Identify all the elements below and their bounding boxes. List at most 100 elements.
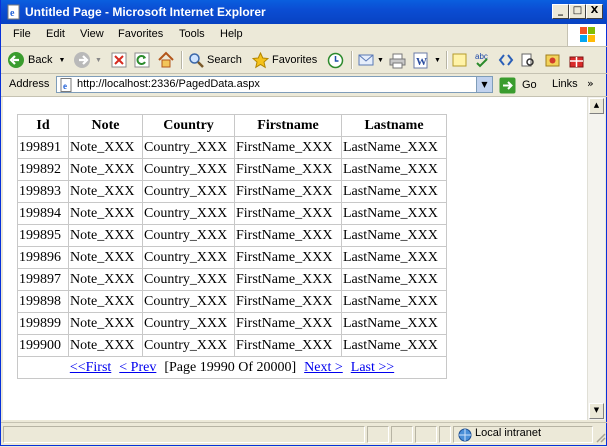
links-chevron-icon[interactable]: » [587, 77, 594, 90]
pager: <<First < Prev [Page 19990 Of 20000] Next >… [17, 356, 447, 379]
maximize-button[interactable]: □ [569, 4, 586, 19]
forward-arrow-icon [74, 52, 90, 68]
pager-first-link[interactable]: <<First [70, 360, 111, 375]
cell-firstname: FirstName_XXX [234, 202, 342, 225]
close-button[interactable]: X [586, 4, 603, 19]
status-bar: Local intranet [1, 422, 607, 447]
edit-dropdown-icon[interactable]: ▼ [434, 57, 441, 64]
pager-prev-link[interactable]: < Prev [119, 360, 156, 375]
back-arrow-icon [8, 52, 24, 68]
favorites-star-icon [252, 51, 269, 68]
address-dropdown-icon[interactable]: ▼ [476, 77, 492, 92]
svg-text:e: e [63, 81, 67, 91]
table-row: 199898 Note_XXX Country_XXX FirstName_XXX La… [17, 290, 447, 313]
table-row: 199893 Note_XXX Country_XXX FirstName_XXX La… [17, 180, 447, 203]
edit-icon: W [413, 52, 428, 68]
cell-id: 199892 [17, 158, 69, 181]
table-row: 199899 Note_XXX Country_XXX FirstName_XXX La… [17, 312, 447, 335]
scroll-down-button[interactable]: ▼ [589, 403, 604, 419]
search-icon [189, 53, 204, 68]
vertical-scrollbar[interactable]: ▲ ▼ [587, 97, 605, 420]
cell-country: Country_XXX [142, 290, 235, 313]
cell-note: Note_XXX [68, 334, 143, 357]
column-header-lastname: Lastname [341, 114, 447, 137]
table-row: 199900 Note_XXX Country_XXX FirstName_XXX La… [17, 334, 447, 357]
stop-button[interactable] [111, 50, 127, 70]
cell-lastname: LastName_XXX [341, 334, 447, 357]
history-button[interactable] [327, 50, 344, 70]
menu-file[interactable]: File [13, 28, 31, 40]
go-arrow-icon [499, 77, 516, 93]
pager-info: [Page 19990 Of 20000] [164, 359, 297, 375]
status-panel-empty [415, 426, 437, 443]
cell-id: 199891 [17, 136, 69, 159]
cell-firstname: FirstName_XXX [234, 224, 342, 247]
local-intranet-icon [458, 428, 472, 442]
cell-lastname: LastName_XXX [341, 246, 447, 269]
refresh-button[interactable] [134, 50, 150, 70]
links-button[interactable]: Links [552, 78, 578, 90]
spellcheck-button[interactable]: abc [474, 50, 492, 70]
scroll-up-button[interactable]: ▲ [589, 98, 604, 114]
cell-note: Note_XXX [68, 180, 143, 203]
back-dropdown-icon[interactable]: ▼ [58, 57, 65, 64]
print-icon [389, 53, 406, 68]
search-button[interactable]: Search [188, 50, 242, 70]
cell-id: 199897 [17, 268, 69, 291]
addin-button[interactable] [568, 50, 585, 70]
menu-help[interactable]: Help [220, 28, 243, 40]
cell-firstname: FirstName_XXX [234, 158, 342, 181]
cell-country: Country_XXX [142, 224, 235, 247]
svg-text:W: W [416, 56, 427, 68]
gift-icon [569, 56, 584, 67]
table-row: 199892 Note_XXX Country_XXX FirstName_XXX La… [17, 158, 447, 181]
stop-icon [111, 52, 127, 68]
browser-window: e Untitled Page - Microsoft Internet Exp… [0, 0, 607, 446]
go-button[interactable]: Go [499, 76, 547, 94]
standard-toolbar: Back ▼ ▼ Search Favorites ▼ W ▼ abc [1, 47, 607, 74]
minimize-button[interactable]: _ [552, 4, 569, 19]
back-label: Back [28, 54, 53, 66]
back-button[interactable]: Back ▼ [7, 50, 65, 70]
go-label: Go [522, 79, 537, 91]
print-button[interactable] [389, 50, 406, 70]
forward-button[interactable]: ▼ [73, 50, 102, 70]
refresh-icon [134, 52, 150, 68]
discuss-button[interactable] [452, 50, 468, 70]
home-button[interactable] [157, 50, 175, 70]
cell-firstname: FirstName_XXX [234, 312, 342, 335]
mail-dropdown-icon[interactable]: ▼ [377, 57, 384, 64]
cell-firstname: FirstName_XXX [234, 180, 342, 203]
pager-next-link[interactable]: Next > [304, 360, 343, 375]
code-button[interactable] [498, 50, 514, 70]
pager-last-link[interactable]: Last >> [351, 360, 394, 375]
cell-note: Note_XXX [68, 268, 143, 291]
table-row: 199895 Note_XXX Country_XXX FirstName_XXX La… [17, 224, 447, 247]
messenger-button[interactable] [544, 50, 561, 70]
favorites-button[interactable]: Favorites [252, 50, 317, 70]
mail-button[interactable]: ▼ [358, 50, 384, 70]
cell-country: Country_XXX [142, 180, 235, 203]
edit-button[interactable]: W ▼ [413, 50, 441, 70]
menu-view[interactable]: View [80, 28, 104, 40]
research-button[interactable] [520, 50, 536, 70]
ie-page-icon: e [7, 4, 20, 20]
menu-edit[interactable]: Edit [46, 28, 65, 40]
cell-lastname: LastName_XXX [341, 158, 447, 181]
address-input[interactable]: e http://localhost:2336/PagedData.aspx ▼ [56, 76, 493, 93]
favorites-label: Favorites [272, 54, 318, 66]
resize-grip-icon[interactable] [595, 432, 606, 443]
table-row: 199894 Note_XXX Country_XXX FirstName_XXX La… [17, 202, 447, 225]
forward-dropdown-icon[interactable]: ▼ [95, 57, 102, 64]
messenger-icon [545, 54, 560, 66]
menu-tools[interactable]: Tools [179, 28, 205, 40]
cell-firstname: FirstName_XXX [234, 290, 342, 313]
cell-country: Country_XXX [142, 312, 235, 335]
cell-note: Note_XXX [68, 136, 143, 159]
title-bar: e Untitled Page - Microsoft Internet Exp… [1, 0, 607, 24]
discuss-icon [452, 53, 467, 67]
address-bar: Address e http://localhost:2336/PagedDat… [1, 74, 607, 97]
menu-favorites[interactable]: Favorites [118, 28, 163, 40]
cell-id: 199893 [17, 180, 69, 203]
menu-bar: File Edit View Favorites Tools Help [1, 24, 607, 47]
